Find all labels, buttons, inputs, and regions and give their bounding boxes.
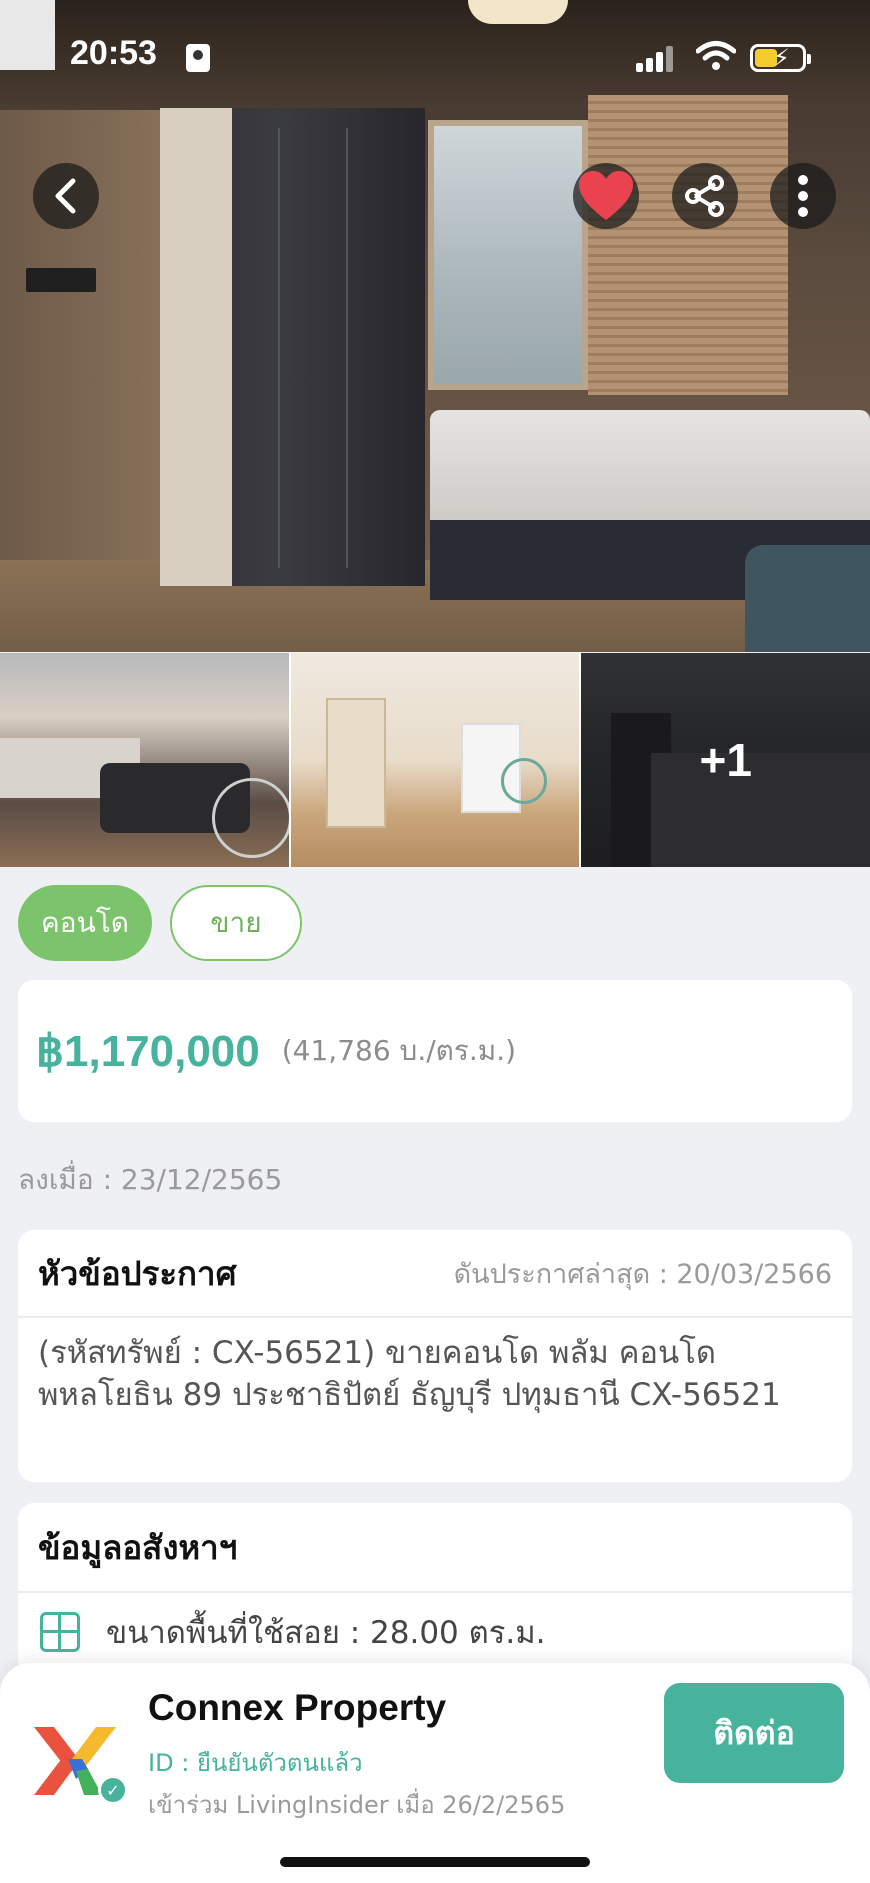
details-heading: ข้อมูลอสังหาฯ [38, 1527, 238, 1567]
status-time: 20:53 [70, 34, 157, 72]
share-icon [685, 175, 724, 217]
tag-listing-type[interactable]: ขาย [170, 885, 302, 961]
detail-row-area: ขนาดพื้นที่ใช้สอย : 28.00 ตร.ม. [18, 1593, 852, 1671]
photo-blind [588, 95, 788, 395]
posted-date: ลงเมื่อ : 23/12/2565 [18, 1163, 283, 1196]
heart-icon [579, 171, 633, 220]
thumbnail-3[interactable]: +1 [581, 653, 870, 867]
area-icon [40, 1612, 80, 1652]
wifi-icon [696, 41, 736, 70]
more-icon [798, 175, 808, 217]
listing-title-card: หัวข้อประกาศ ดันประกาศล่าสุด : 20/03/256… [18, 1230, 852, 1482]
home-indicator [280, 1857, 590, 1867]
price-card: ฿1,170,000 (41,786 บ./ตร.ม.) [18, 980, 852, 1122]
more-options-button[interactable] [770, 163, 836, 229]
price-per-sqm: (41,786 บ./ตร.ม.) [281, 1034, 517, 1067]
title-heading: หัวข้อประกาศ [38, 1253, 237, 1293]
area-text: ขนาดพื้นที่ใช้สอย : 28.00 ตร.ม. [106, 1615, 546, 1651]
thumbnail-strip: +1 [0, 653, 870, 867]
photo-sign [26, 268, 96, 292]
share-button[interactable] [672, 163, 738, 229]
photo-window [428, 120, 588, 390]
agent-joined-date: เข้าร่วม LivingInsider เมื่อ 26/2/2565 [148, 1791, 566, 1819]
tag-property-type[interactable]: คอนโด [18, 885, 152, 961]
photo-chair [745, 545, 870, 652]
more-photos-count: +1 [699, 734, 752, 786]
verified-icon: ✓ [98, 1775, 128, 1805]
back-icon [55, 178, 76, 214]
boost-date: ดันประกาศล่าสุด : 20/03/2566 [453, 1258, 832, 1290]
thumbnail-1[interactable] [0, 653, 289, 867]
price-amount: ฿1,170,000 [36, 1026, 260, 1076]
id-card-icon [186, 44, 210, 72]
listing-title-text: (รหัสทรัพย์ : CX-56521) ขายคอนโด พลัม คอ… [38, 1335, 781, 1413]
status-bar: 20:53 ⚡ [0, 0, 870, 110]
battery-icon: ⚡ [750, 44, 811, 72]
signal-icon [636, 44, 676, 72]
back-button[interactable] [33, 163, 99, 229]
agent-name[interactable]: Connex Property [148, 1687, 446, 1729]
contact-button[interactable]: ติดต่อ [664, 1683, 844, 1783]
photo-wardrobe [160, 108, 425, 586]
tag-group: คอนโด ขาย [18, 885, 302, 961]
agent-bar: ✓ Connex Property ID : ยืนยันตัวตนแล้ว เ… [0, 1663, 870, 1883]
thumbnail-2[interactable] [290, 653, 580, 867]
agent-id-status: ID : ยืนยันตัวตนแล้ว [148, 1749, 363, 1777]
favorite-button[interactable] [573, 163, 639, 229]
